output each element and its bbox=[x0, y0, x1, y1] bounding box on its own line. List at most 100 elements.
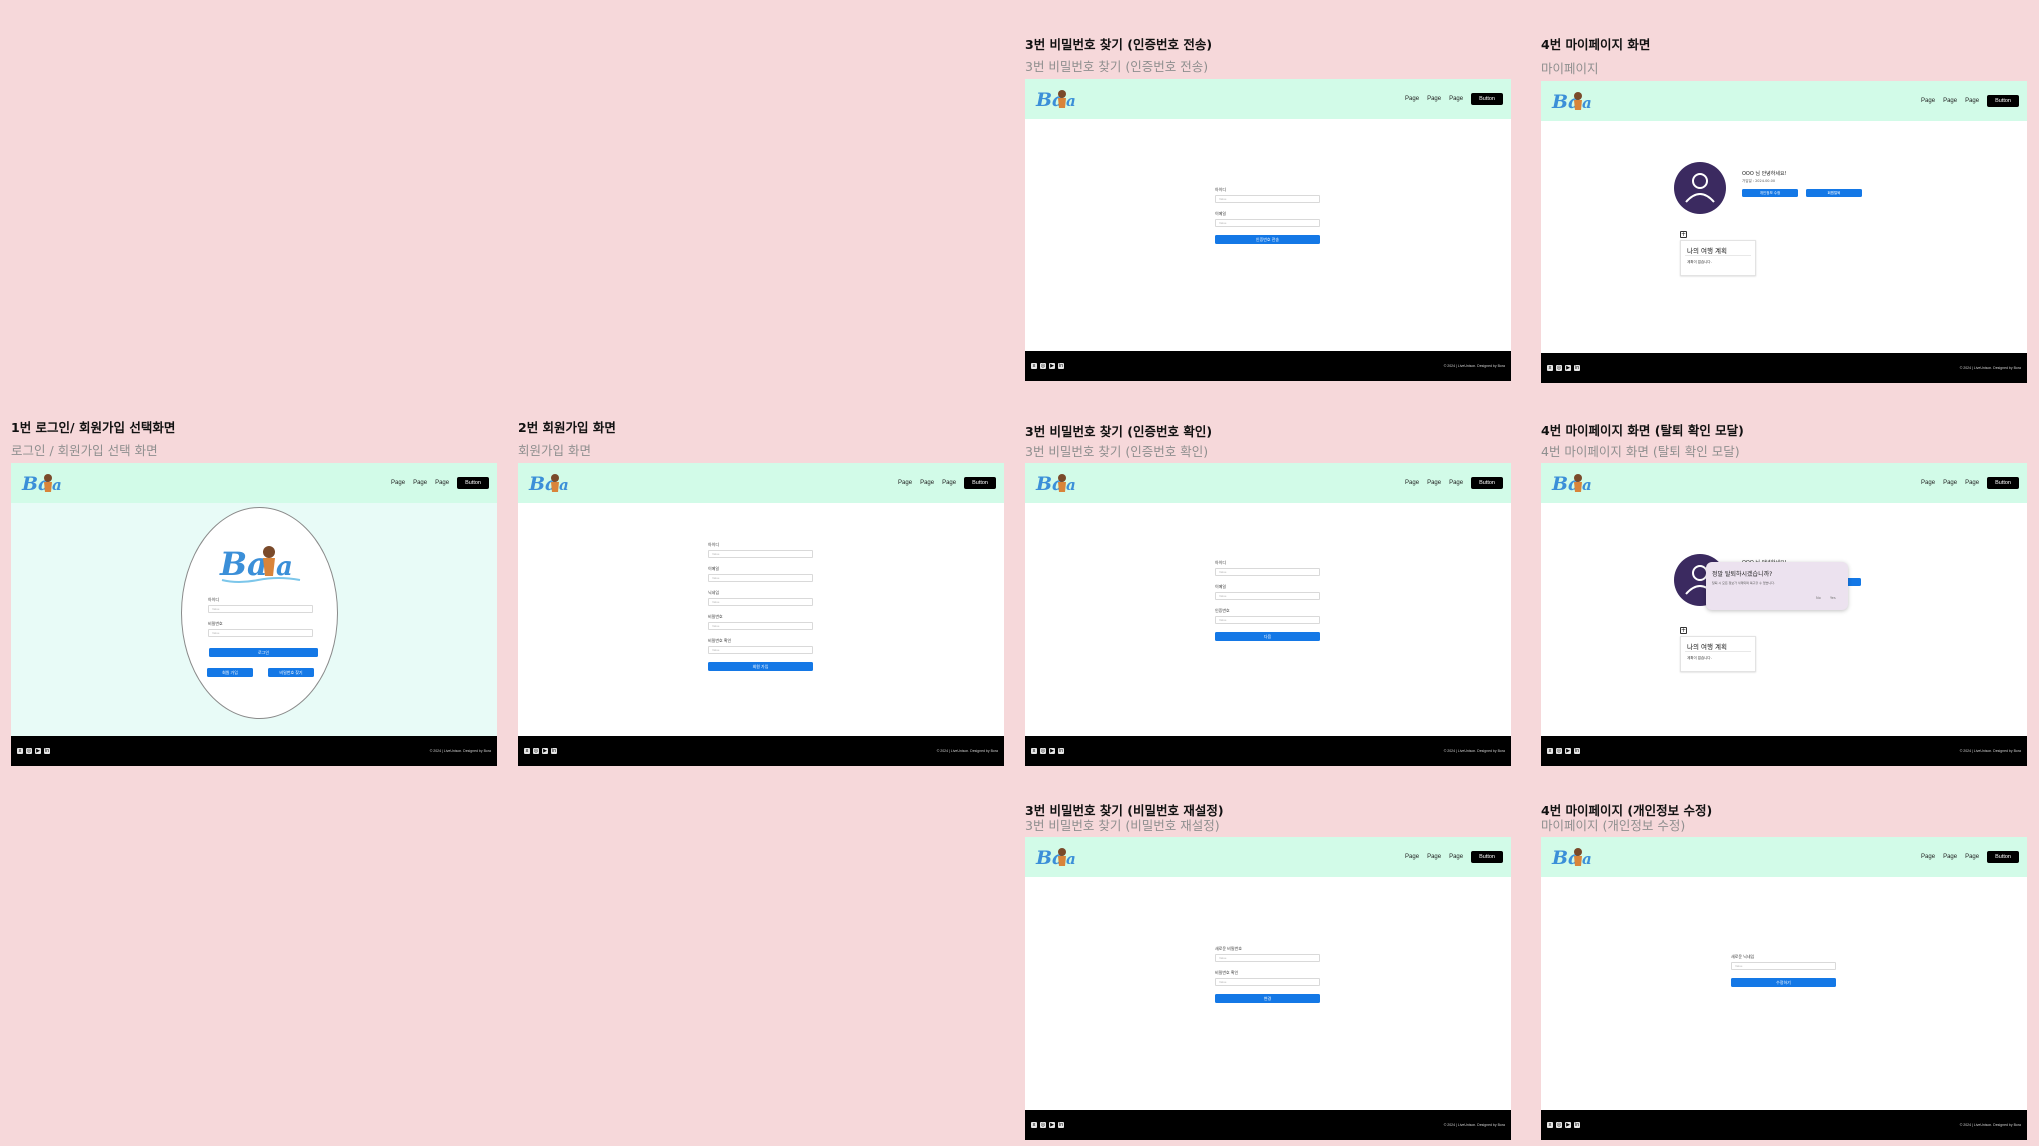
leave-button[interactable]: 회원탈퇴 bbox=[1806, 189, 1862, 197]
nav-link-page-1[interactable]: Page bbox=[391, 480, 405, 486]
bada-logo[interactable]: Ba a bbox=[1551, 842, 1595, 872]
instagram-icon[interactable]: ◎ bbox=[1556, 1122, 1562, 1128]
x-icon[interactable]: x bbox=[1547, 1122, 1553, 1128]
nickname-input[interactable]: Value bbox=[708, 598, 813, 606]
nav-link-page-3[interactable]: Page bbox=[1449, 854, 1463, 860]
nav-link-page-1[interactable]: Page bbox=[1921, 480, 1935, 486]
nav-button[interactable]: Button bbox=[1471, 93, 1503, 105]
nav-button[interactable]: Button bbox=[1987, 851, 2019, 863]
add-plan-icon[interactable]: + bbox=[1680, 627, 1687, 634]
nav-link-page-2[interactable]: Page bbox=[1427, 854, 1441, 860]
bada-logo[interactable]: Ba a bbox=[21, 468, 65, 498]
nav-link-page-2[interactable]: Page bbox=[413, 480, 427, 486]
nav-link-page-1[interactable]: Page bbox=[1921, 854, 1935, 860]
trip-card[interactable]: 나의 여행 계획 계획이 없습니다. bbox=[1680, 240, 1756, 276]
find-password-button[interactable]: 비밀번호 찾기 bbox=[268, 668, 314, 677]
youtube-icon[interactable]: ▶ bbox=[542, 748, 548, 754]
nav-link-page-3[interactable]: Page bbox=[1965, 480, 1979, 486]
id-input[interactable]: Value bbox=[1215, 568, 1320, 576]
linkedin-icon[interactable]: in bbox=[1574, 748, 1580, 754]
nav-link-page-3[interactable]: Page bbox=[435, 480, 449, 486]
nav-button[interactable]: Button bbox=[1471, 477, 1503, 489]
linkedin-icon[interactable]: in bbox=[1058, 1122, 1064, 1128]
x-icon[interactable]: x bbox=[1547, 365, 1553, 371]
nav-link-page-1[interactable]: Page bbox=[1405, 480, 1419, 486]
password-input[interactable]: Value bbox=[208, 629, 313, 637]
nav-link-page-1[interactable]: Page bbox=[1405, 96, 1419, 102]
nav-link-page-3[interactable]: Page bbox=[1449, 480, 1463, 486]
nav-link-page-2[interactable]: Page bbox=[1943, 854, 1957, 860]
password-input[interactable]: Value bbox=[708, 622, 813, 630]
instagram-icon[interactable]: ◎ bbox=[1040, 363, 1046, 369]
youtube-icon[interactable]: ▶ bbox=[1049, 363, 1055, 369]
change-password-button[interactable]: 변경 bbox=[1215, 994, 1320, 1003]
x-icon[interactable]: x bbox=[524, 748, 530, 754]
modal-no-button[interactable]: No bbox=[1816, 596, 1821, 600]
linkedin-icon[interactable]: in bbox=[1058, 363, 1064, 369]
x-icon[interactable]: x bbox=[1031, 1122, 1037, 1128]
youtube-icon[interactable]: ▶ bbox=[1565, 1122, 1571, 1128]
id-input[interactable]: Value bbox=[708, 550, 813, 558]
add-plan-icon[interactable]: + bbox=[1680, 231, 1687, 238]
trip-card[interactable]: 나의 여행 계획 계획이 없습니다. bbox=[1680, 636, 1756, 672]
id-input[interactable]: Value bbox=[208, 605, 313, 613]
nav-link-page-2[interactable]: Page bbox=[1943, 98, 1957, 104]
bada-logo[interactable]: Ba a bbox=[1551, 468, 1595, 498]
save-profile-button[interactable]: 수정하기 bbox=[1731, 978, 1836, 987]
nav-link-page-3[interactable]: Page bbox=[1449, 96, 1463, 102]
id-input[interactable]: Value bbox=[1215, 195, 1320, 203]
email-input[interactable]: Value bbox=[1215, 592, 1320, 600]
edit-profile-button[interactable]: 개인정보 수정 bbox=[1742, 189, 1798, 197]
nav-button[interactable]: Button bbox=[964, 477, 996, 489]
signup-button[interactable]: 회원 가입 bbox=[207, 668, 253, 677]
email-input[interactable]: Value bbox=[1215, 219, 1320, 227]
instagram-icon[interactable]: ◎ bbox=[1556, 365, 1562, 371]
modal-yes-button[interactable]: Yes bbox=[1830, 596, 1836, 600]
linkedin-icon[interactable]: in bbox=[44, 748, 50, 754]
new-password-input[interactable]: Value bbox=[1215, 954, 1320, 962]
nav-button[interactable]: Button bbox=[457, 477, 489, 489]
login-button[interactable]: 로그인 bbox=[209, 648, 318, 657]
signup-submit-button[interactable]: 회원 가입 bbox=[708, 662, 813, 671]
nav-link-page-2[interactable]: Page bbox=[1427, 96, 1441, 102]
password-confirm-input[interactable]: Value bbox=[708, 646, 813, 654]
nav-link-page-3[interactable]: Page bbox=[942, 480, 956, 486]
send-code-button[interactable]: 인증번호 전송 bbox=[1215, 235, 1320, 244]
nav-button[interactable]: Button bbox=[1471, 851, 1503, 863]
nav-link-page-1[interactable]: Page bbox=[898, 480, 912, 486]
nav-link-page-1[interactable]: Page bbox=[1405, 854, 1419, 860]
nav-button[interactable]: Button bbox=[1987, 95, 2019, 107]
x-icon[interactable]: x bbox=[1547, 748, 1553, 754]
nav-link-page-2[interactable]: Page bbox=[1427, 480, 1441, 486]
linkedin-icon[interactable]: in bbox=[1574, 1122, 1580, 1128]
bada-logo[interactable]: Ba a bbox=[1035, 468, 1079, 498]
x-icon[interactable]: x bbox=[1031, 363, 1037, 369]
x-icon[interactable]: x bbox=[1031, 748, 1037, 754]
bada-logo[interactable]: Ba a bbox=[1551, 86, 1595, 116]
new-nickname-input[interactable]: Value bbox=[1731, 962, 1836, 970]
instagram-icon[interactable]: ◎ bbox=[26, 748, 32, 754]
nav-button[interactable]: Button bbox=[1987, 477, 2019, 489]
x-icon[interactable]: x bbox=[17, 748, 23, 754]
linkedin-icon[interactable]: in bbox=[551, 748, 557, 754]
nav-link-page-1[interactable]: Page bbox=[1921, 98, 1935, 104]
instagram-icon[interactable]: ◎ bbox=[1040, 1122, 1046, 1128]
linkedin-icon[interactable]: in bbox=[1058, 748, 1064, 754]
verification-code-input[interactable]: Value bbox=[1215, 616, 1320, 624]
nav-link-page-2[interactable]: Page bbox=[1943, 480, 1957, 486]
bada-logo[interactable]: Ba a bbox=[1035, 84, 1079, 114]
youtube-icon[interactable]: ▶ bbox=[1049, 748, 1055, 754]
instagram-icon[interactable]: ◎ bbox=[1556, 748, 1562, 754]
youtube-icon[interactable]: ▶ bbox=[1565, 748, 1571, 754]
next-button[interactable]: 다음 bbox=[1215, 632, 1320, 641]
email-input[interactable]: Value bbox=[708, 574, 813, 582]
password-confirm-input[interactable]: Value bbox=[1215, 978, 1320, 986]
nav-link-page-3[interactable]: Page bbox=[1965, 98, 1979, 104]
youtube-icon[interactable]: ▶ bbox=[35, 748, 41, 754]
nav-link-page-3[interactable]: Page bbox=[1965, 854, 1979, 860]
youtube-icon[interactable]: ▶ bbox=[1049, 1122, 1055, 1128]
linkedin-icon[interactable]: in bbox=[1574, 365, 1580, 371]
instagram-icon[interactable]: ◎ bbox=[1040, 748, 1046, 754]
nav-link-page-2[interactable]: Page bbox=[920, 480, 934, 486]
bada-logo[interactable]: Ba a bbox=[528, 468, 572, 498]
